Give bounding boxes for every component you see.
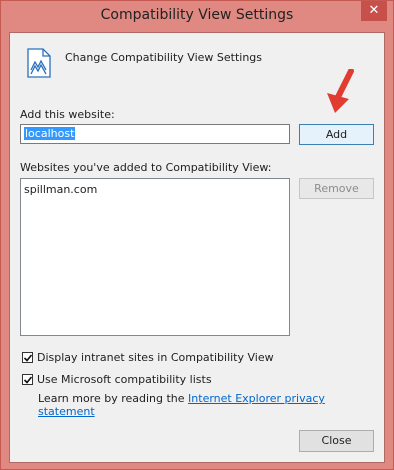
checkmark-icon [23, 376, 33, 384]
window-title: Compatibility View Settings [100, 7, 294, 23]
close-button[interactable]: Close [299, 430, 374, 452]
dialog-heading: Change Compatibility View Settings [65, 51, 263, 64]
add-button[interactable]: Add [299, 124, 374, 145]
intranet-label: Display intranet sites in Compatibility … [37, 351, 274, 364]
add-website-label: Add this website: [20, 108, 115, 121]
annotation-arrow-icon [327, 69, 354, 113]
website-input-value: localhost [24, 127, 76, 140]
intranet-option[interactable]: Display intranet sites in Compatibility … [22, 351, 274, 364]
learn-more-prefix: Learn more by reading the [38, 392, 189, 405]
title-bar[interactable]: Compatibility View Settings ✕ [1, 1, 393, 31]
websites-listbox[interactable]: spillman.com [20, 178, 290, 336]
ms-lists-option[interactable]: Use Microsoft compatibility lists [22, 373, 212, 386]
ms-lists-label: Use Microsoft compatibility lists [37, 373, 212, 386]
learn-more-text: Learn more by reading the Internet Explo… [38, 392, 384, 418]
websites-list-label: Websites you've added to Compatibility V… [20, 161, 272, 174]
dialog-window: Compatibility View Settings ✕ Change Com… [0, 0, 394, 470]
intranet-checkbox[interactable] [22, 352, 33, 363]
list-item[interactable]: spillman.com [24, 183, 286, 196]
window-close-icon[interactable]: ✕ [361, 1, 387, 21]
compat-view-icon [27, 48, 51, 78]
website-input[interactable]: localhost [20, 124, 290, 144]
ms-lists-checkbox[interactable] [22, 374, 33, 385]
checkmark-icon [23, 354, 33, 362]
remove-button[interactable]: Remove [299, 178, 374, 199]
